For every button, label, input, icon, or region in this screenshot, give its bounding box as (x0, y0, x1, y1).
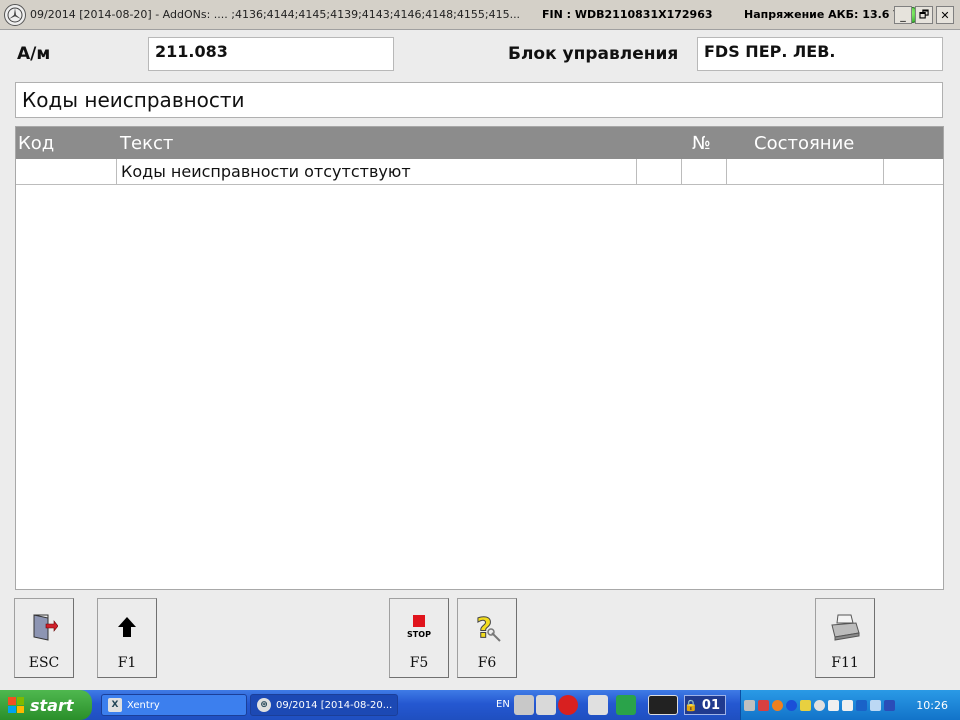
notification-badge[interactable]: 🔒 01 (684, 695, 726, 715)
task-xentry-label: Xentry (127, 699, 160, 711)
stop-icon: STOP (390, 611, 448, 643)
f1-label: F1 (117, 655, 137, 671)
cell-number (682, 159, 727, 185)
column-number[interactable]: № (692, 133, 711, 154)
start-label: start (30, 695, 74, 715)
restore-button[interactable]: 🗗 (915, 6, 933, 24)
quicklaunch-green-icon[interactable] (616, 695, 636, 715)
column-state[interactable]: Состояние (754, 133, 854, 154)
f6-button[interactable]: ? F6 (457, 598, 517, 678)
cell-code (16, 159, 117, 185)
vehicle-model-field: 211.083 (148, 37, 394, 71)
stop-caption: STOP (407, 630, 431, 639)
badge-count: 01 (701, 697, 720, 713)
esc-label: ESC (28, 655, 60, 671)
system-tray: 10:26 (740, 690, 960, 720)
usb-icon[interactable] (884, 699, 895, 711)
minimize-button[interactable]: _ (894, 6, 912, 24)
battery-voltage: Напряжение АКБ: 13.6 V (744, 8, 902, 21)
quicklaunch-document-icon[interactable] (536, 695, 556, 715)
tool-icon[interactable] (800, 699, 811, 711)
esc-button[interactable]: ESC (14, 598, 74, 678)
fault-code-table: Код Текст № Состояние Коды неисправности… (15, 126, 944, 590)
f11-button[interactable]: F11 (815, 598, 875, 678)
bluetooth-icon[interactable] (786, 699, 797, 711)
column-code[interactable]: Код (18, 133, 54, 154)
main-area: А/м 211.083 Блок управления FDS ПЕР. ЛЕВ… (0, 30, 960, 690)
start-button[interactable]: start (0, 690, 92, 720)
screen-icon[interactable] (856, 699, 867, 711)
printer-icon (816, 611, 874, 643)
lock-icon: 🔒 (684, 698, 698, 712)
cell-text: Коды неисправности отсутствуют (117, 159, 637, 185)
table-header: Код Текст № Состояние (16, 127, 943, 159)
quicklaunch-device-icon[interactable] (648, 695, 678, 715)
cell-state (727, 159, 884, 185)
mercedes-icon: ⊛ (257, 698, 271, 712)
drive-icon[interactable] (870, 699, 881, 711)
column-text[interactable]: Текст (120, 133, 173, 154)
f1-button[interactable]: F1 (97, 598, 157, 678)
f5-button[interactable]: STOP F5 (389, 598, 449, 678)
title-bar: 09/2014 [2014-08-20] - AddONs: .... ;413… (0, 0, 960, 30)
language-indicator[interactable]: EN (496, 699, 510, 710)
network-icon[interactable] (744, 699, 755, 711)
mercedes-star-icon (4, 3, 26, 26)
arrow-up-icon (98, 611, 156, 643)
task-xentry[interactable]: X Xentry (101, 694, 247, 716)
task-xentry-window[interactable]: ⊛ 09/2014 [2014-08-20... (250, 694, 398, 716)
monitor-icon[interactable] (828, 699, 839, 711)
display-icon[interactable] (842, 699, 853, 711)
status-icon[interactable] (814, 699, 825, 711)
f6-label: F6 (477, 655, 497, 671)
section-title: Коды неисправности (15, 82, 943, 118)
windows-logo-icon (8, 697, 24, 713)
quicklaunch-app-icon[interactable] (514, 695, 534, 715)
cell-extra (637, 159, 682, 185)
table-row[interactable]: Коды неисправности отсутствуют (16, 159, 943, 185)
clock: 10:26 (916, 699, 948, 712)
taskbar: start X Xentry ⊛ 09/2014 [2014-08-20... … (0, 690, 960, 720)
fin-label: FIN : WDB2110831X172963 (542, 8, 713, 21)
ecu-field: FDS ПЕР. ЛЕВ. (697, 37, 943, 71)
ecu-label: Блок управления (508, 44, 679, 64)
exit-door-icon (15, 611, 73, 643)
network-error-icon[interactable] (758, 699, 769, 711)
window-title: 09/2014 [2014-08-20] - AddONs: .... ;413… (30, 8, 521, 21)
quicklaunch-block-icon[interactable] (558, 695, 578, 715)
f11-label: F11 (831, 655, 859, 671)
task-window-label: 09/2014 [2014-08-20... (276, 699, 393, 711)
vehicle-label: А/м (17, 44, 51, 64)
xentry-icon: X (108, 698, 122, 712)
quicklaunch-tool-icon[interactable] (588, 695, 608, 715)
close-button[interactable]: ✕ (936, 6, 954, 24)
svg-text:?: ? (476, 611, 492, 643)
help-question-icon: ? (458, 611, 516, 643)
f5-label: F5 (409, 655, 429, 671)
power-icon[interactable] (772, 699, 783, 711)
